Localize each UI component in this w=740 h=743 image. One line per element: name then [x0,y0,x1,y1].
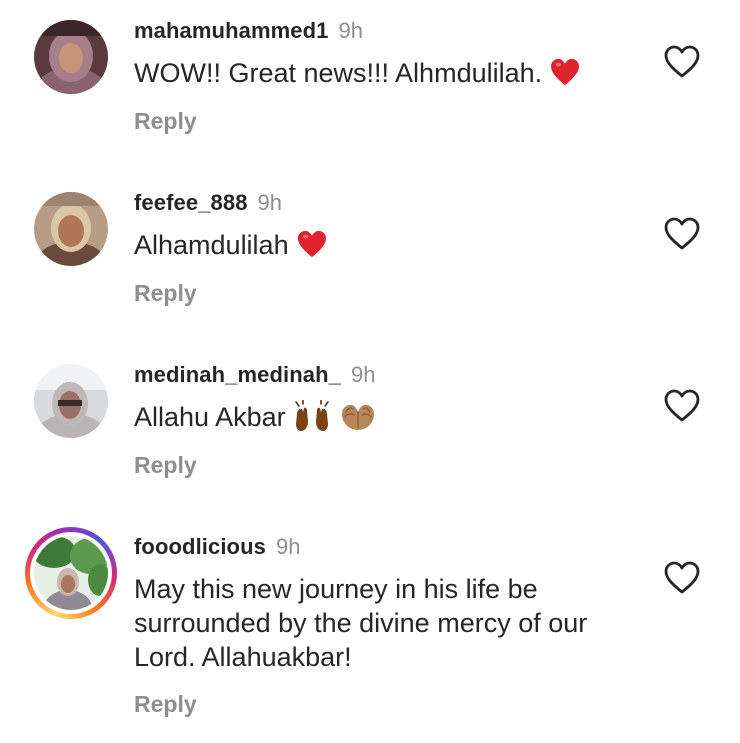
timestamp: 9h [351,362,376,387]
comment-text: Allahu Akbar [134,400,654,434]
comment-meta: fooodlicious 9h [134,534,300,560]
avatar[interactable] [34,192,108,266]
username[interactable]: mahamuhammed1 [134,18,328,43]
story-ring[interactable] [25,527,117,619]
comment-meta: mahamuhammed1 9h [134,18,363,44]
palms-up-together-emoji-icon [341,404,374,430]
heart-outline-icon[interactable] [664,561,700,595]
heart-outline-icon[interactable] [664,217,700,251]
reply-button[interactable]: Reply [134,108,197,134]
comment-body: Allahu Akbar [134,402,286,432]
raised-hands-emoji-icon [295,400,329,431]
avatar[interactable] [34,536,108,610]
heart-outline-icon[interactable] [664,45,700,79]
timestamp: 9h [338,18,363,43]
comment-meta: medinah_medinah_ 9h [134,362,375,388]
comment-line: May this new journey in his life be [134,574,538,604]
heart-emoji-icon [551,58,580,86]
comment-line: Lord. Allahuakbar! [134,642,352,672]
comment-body: Alhamdulilah [134,230,289,260]
avatar[interactable] [34,364,108,438]
avatar[interactable] [34,20,108,94]
reply-button[interactable]: Reply [134,452,197,478]
comment-meta: feefee_888 9h [134,190,282,216]
comment-text: Alhamdulilah [134,228,654,262]
timestamp: 9h [257,190,283,215]
username[interactable]: fooodlicious [134,534,266,559]
reply-button[interactable]: Reply [134,691,197,717]
reply-button[interactable]: Reply [134,280,197,306]
username[interactable]: medinah_medinah_ [134,362,341,387]
username[interactable]: feefee_888 [134,190,248,215]
heart-emoji-icon [297,230,326,258]
comment-body: WOW!! Great news!!! Alhmdulilah. [134,58,543,88]
timestamp: 9h [275,534,301,559]
comment-text: May this new journey in his life be surr… [134,572,654,674]
comment-text: WOW!! Great news!!! Alhmdulilah. [134,56,654,90]
heart-outline-icon[interactable] [664,389,700,423]
comment-line: surrounded by the divine mercy of our [134,608,588,638]
